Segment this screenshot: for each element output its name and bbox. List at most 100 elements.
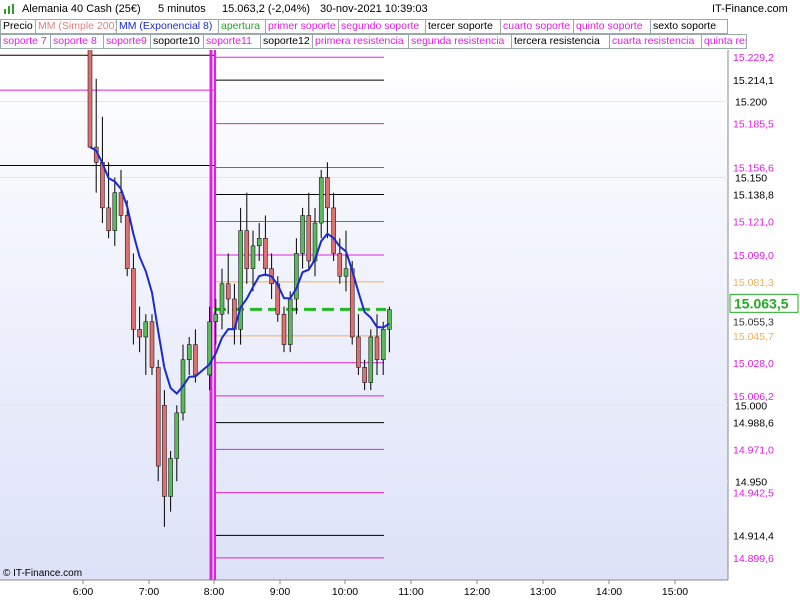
candle-body — [213, 313, 219, 323]
price-chart[interactable]: 15.249,715.229,215.214,115.185,515.156,6… — [0, 0, 800, 600]
candle-body — [174, 412, 180, 459]
candle-body — [244, 230, 250, 269]
datetime: 30-nov-2021 10:39:03 — [320, 3, 428, 15]
candle-body — [118, 192, 124, 216]
y-level-label: 15.185,5 — [733, 119, 774, 131]
y-tick-label: 14.950 — [735, 476, 767, 488]
legend: Precio MM (Simple 200) MM (Exponencial 8) a… — [0, 18, 800, 50]
y-level-label: 15.081,3 — [733, 277, 774, 289]
y-level-label: 15.028,0 — [733, 358, 774, 370]
x-tick-label: 6:00 — [73, 586, 94, 598]
candle-body — [287, 298, 293, 345]
candle-body — [168, 458, 173, 497]
x-tick-label: 13:00 — [530, 586, 556, 598]
legend-item[interactable]: soporte10 — [150, 34, 204, 49]
x-tick-label: 15:00 — [662, 586, 688, 598]
legend-item[interactable]: quinto soporte — [573, 19, 651, 34]
price-change: 15.063,2 (-2,04%) — [222, 3, 311, 15]
x-tick-label: 11:00 — [398, 586, 424, 598]
candle-body — [318, 177, 324, 224]
y-level-label: 15.229,2 — [733, 52, 774, 64]
title-bar: Alemania 40 Cash (25€) 5 minutos 15.063,… — [0, 0, 800, 18]
timeframe: 5 minutos — [158, 3, 206, 15]
y-tick-label: 15.150 — [735, 172, 767, 184]
legend-item[interactable]: tercer soporte — [425, 19, 501, 34]
x-tick-label: 8:00 — [204, 586, 225, 598]
legend-item[interactable]: Precio — [0, 19, 36, 34]
y-tick-label: 15.200 — [735, 97, 767, 109]
legend-item[interactable]: segundo soporte — [338, 19, 426, 34]
legend-item[interactable]: cuarta resistencia — [609, 34, 702, 49]
candle-body — [325, 177, 330, 209]
legend-item[interactable]: primera resistencia — [312, 34, 409, 49]
y-level-label: 14.914,4 — [733, 530, 774, 542]
y-level-label: 15.121,0 — [733, 217, 774, 229]
itfinance-logo-icon — [4, 4, 14, 14]
legend-item[interactable]: MM (Simple 200) — [35, 19, 117, 34]
brand-name: IT-Finance.com — [712, 3, 788, 15]
candle-body — [131, 268, 136, 330]
candle-body — [343, 268, 349, 277]
candle-body — [337, 253, 343, 277]
legend-item[interactable]: soporte9 — [103, 34, 151, 49]
x-tick-label: 14:00 — [596, 586, 622, 598]
y-level-label: 15.045,7 — [733, 331, 774, 343]
candle-body — [143, 321, 149, 338]
y-level-label: 14.899,6 — [733, 553, 774, 565]
candle-body — [162, 405, 167, 497]
instrument-name: Alemania 40 Cash (25€) — [22, 3, 141, 15]
legend-item[interactable]: MM (Exponencial 8) — [116, 19, 219, 34]
x-tick-label: 10:00 — [332, 586, 358, 598]
candle-body — [356, 336, 361, 368]
y-tick-label: 15.000 — [735, 400, 767, 412]
y-level-label: 14.971,0 — [733, 444, 774, 456]
candle-body — [87, 40, 93, 148]
y-level-label: 14.988,6 — [733, 418, 774, 430]
x-tick-label: 12:00 — [464, 586, 490, 598]
x-tick-label: 9:00 — [270, 586, 291, 598]
candle-body — [106, 207, 111, 231]
candle-body — [300, 215, 305, 254]
candle-body — [362, 367, 367, 383]
legend-item[interactable]: cuarto soporte — [500, 19, 574, 34]
candle-body — [112, 192, 118, 231]
candle-body — [137, 329, 142, 338]
legend-item[interactable]: tercera resistencia — [511, 34, 610, 49]
candle-body — [256, 237, 262, 247]
y-level-label: 15.055,3 — [733, 316, 774, 328]
candle-body — [219, 283, 225, 315]
y-level-label: 15.099,0 — [733, 250, 774, 262]
candle-body — [225, 283, 231, 300]
candle-body — [331, 207, 336, 254]
y-level-label: 15.138,8 — [733, 189, 774, 201]
candle-body — [281, 313, 287, 345]
candle-body — [155, 367, 161, 467]
legend-item[interactable]: segunda resistencia — [408, 34, 512, 49]
copyright-text: © IT-Finance.com — [3, 568, 83, 579]
candle-body — [149, 321, 155, 368]
candle-body — [186, 344, 192, 361]
candle-body — [306, 215, 312, 262]
y-level-label: 14.942,5 — [733, 488, 774, 500]
candle-body — [380, 329, 386, 361]
plot-background — [0, 50, 728, 580]
legend-item[interactable]: soporte 8 — [50, 34, 104, 49]
legend-item[interactable]: apertura — [218, 19, 266, 34]
candle-body — [374, 336, 380, 361]
legend-item[interactable]: quinta resistencia — [701, 34, 747, 49]
candle-body — [250, 245, 256, 269]
current-price-label: 15.063,5 — [734, 295, 789, 311]
legend-item[interactable]: soporte 7 — [0, 34, 51, 49]
candle-body — [207, 321, 212, 376]
candle-body — [368, 336, 374, 383]
legend-item[interactable]: soporte12 — [260, 34, 313, 49]
legend-item[interactable]: sexto soporte — [650, 19, 728, 34]
y-level-label: 15.214,1 — [733, 75, 774, 87]
candle-body — [124, 215, 130, 269]
candle-body — [387, 309, 392, 330]
legend-item[interactable]: primer soporte — [265, 19, 339, 34]
legend-item[interactable]: soporte11 — [203, 34, 261, 49]
x-tick-label: 7:00 — [139, 586, 160, 598]
candle-body — [263, 237, 268, 269]
candle-body — [193, 344, 198, 376]
